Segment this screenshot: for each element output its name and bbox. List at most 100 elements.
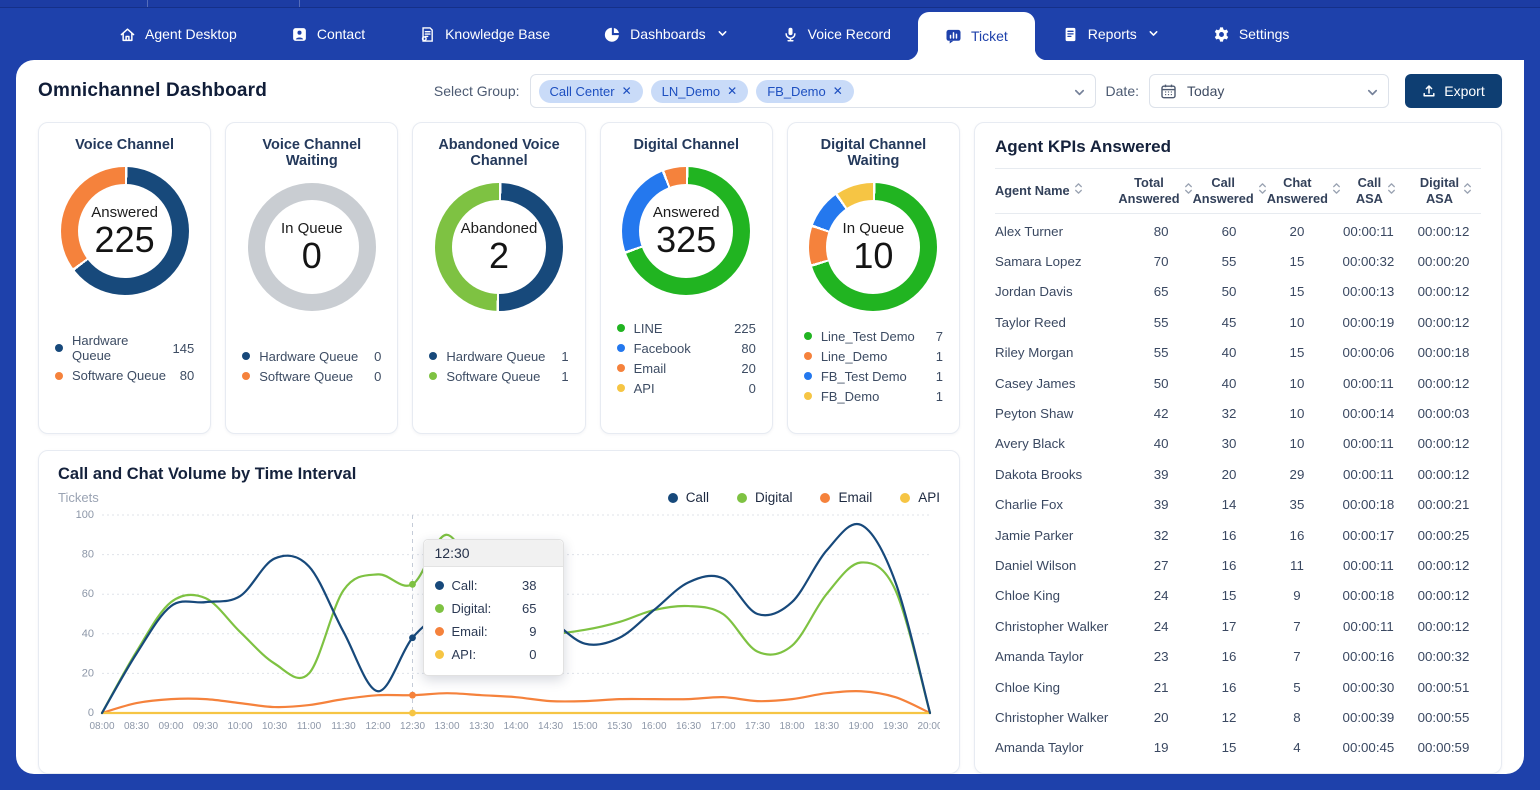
document-book-icon [419, 26, 436, 43]
legend-item: LINE225 [617, 321, 756, 336]
table-cell: Samara Lopez [995, 254, 1127, 269]
group-tag[interactable]: Call Center ✕ [539, 80, 643, 103]
chevron-down-icon[interactable] [1073, 86, 1086, 99]
sort-icon[interactable] [1184, 182, 1193, 199]
date-select[interactable]: Today [1149, 74, 1389, 108]
table-cell: 39 [1127, 467, 1195, 482]
table-cell: 70 [1127, 254, 1195, 269]
tooltip-series-value: 9 [529, 624, 536, 639]
legend-label: FB_Demo [821, 389, 880, 404]
column-label: Call ASA [1356, 175, 1383, 207]
group-select[interactable]: Call Center✕LN_Demo✕FB_Demo✕ [530, 74, 1096, 108]
legend-item: Software Queue0 [242, 369, 381, 384]
table-header-col-2[interactable]: Total Answered [1118, 175, 1192, 207]
remove-tag-icon[interactable]: ✕ [833, 85, 843, 97]
table-cell: 16 [1263, 528, 1331, 543]
chart-legend-label: Email [838, 490, 872, 505]
table-cell: 24 [1127, 619, 1195, 634]
table-header-col-6[interactable]: Digital ASA [1411, 175, 1481, 207]
table-cell: 00:00:12 [1406, 224, 1481, 239]
pie-chart-icon [604, 26, 621, 43]
nav-item-agent-desktop[interactable]: Agent Desktop [92, 8, 264, 60]
remove-tag-icon[interactable]: ✕ [622, 85, 632, 97]
legend-label: API [634, 381, 655, 396]
group-tag[interactable]: LN_Demo✕ [651, 80, 749, 103]
chart-legend-item-digital[interactable]: Digital [737, 490, 793, 505]
legend-label: LINE [634, 321, 663, 336]
table-cell: 60 [1195, 224, 1263, 239]
table-cell: 00:00:12 [1406, 588, 1481, 603]
nav-item-label: Settings [1239, 26, 1290, 42]
chart-legend-item-call[interactable]: Call [668, 490, 709, 505]
date-label: Date: [1106, 83, 1139, 99]
nav-item-voice-record[interactable]: Voice Record [755, 8, 918, 60]
table-cell: 27 [1127, 558, 1195, 573]
column-label: Call Answered [1193, 175, 1254, 207]
table-cell: 00:00:11 [1331, 436, 1406, 451]
ticket-chat-icon [945, 28, 962, 45]
table-row: Peyton Shaw42321000:00:1400:00:03 [995, 406, 1481, 421]
contact-card-icon [291, 26, 308, 43]
table-cell: 00:00:16 [1331, 649, 1406, 664]
sort-icon[interactable] [1258, 182, 1267, 199]
legend-item: Email20 [617, 361, 756, 376]
table-cell: 00:00:21 [1406, 497, 1481, 512]
legend-item: Software Queue80 [55, 368, 194, 383]
nav-item-contact[interactable]: Contact [264, 8, 392, 60]
legend-label: FB_Test Demo [821, 369, 907, 384]
table-cell: 39 [1127, 497, 1195, 512]
nav-item-ticket[interactable]: Ticket [918, 12, 1035, 60]
group-tag[interactable]: FB_Demo✕ [756, 80, 854, 103]
table-cell: 00:00:12 [1406, 436, 1481, 451]
table-row: Riley Morgan55401500:00:0600:00:18 [995, 345, 1481, 360]
legend-item: Software Queue1 [429, 369, 568, 384]
legend-dot-icon [617, 324, 625, 332]
sort-icon[interactable] [1463, 182, 1472, 199]
nav-item-settings[interactable]: Settings [1186, 8, 1317, 60]
table-row: Samara Lopez70551500:00:3200:00:20 [995, 254, 1481, 269]
table-header-col-3[interactable]: Call Answered [1193, 175, 1267, 207]
nav-item-reports[interactable]: Reports [1035, 8, 1186, 60]
legend-value: 145 [173, 341, 195, 356]
chart-legend-item-api[interactable]: API [900, 490, 940, 505]
column-label: Agent Name [995, 183, 1070, 199]
group-tag-label: Call Center [550, 84, 615, 99]
legend-dot-icon [804, 372, 812, 380]
nav-item-dashboards[interactable]: Dashboards [577, 8, 755, 60]
table-header-col-4[interactable]: Chat Answered [1267, 175, 1341, 207]
donut-chart: In Queue0 [248, 183, 376, 311]
table-cell: Christopher Walker [995, 710, 1127, 725]
donut-center-value: 0 [302, 237, 322, 275]
table-cell: 15 [1263, 284, 1331, 299]
donut-center-value: 2 [489, 237, 509, 275]
chevron-down-icon[interactable] [1366, 86, 1379, 99]
chart-legend-item-email[interactable]: Email [820, 490, 872, 505]
table-cell: 45 [1195, 315, 1263, 330]
nav-item-knowledge-base[interactable]: Knowledge Base [392, 8, 577, 60]
donut-center-value: 225 [95, 221, 155, 259]
table-cell: 50 [1127, 376, 1195, 391]
table-cell: Daniel Wilson [995, 558, 1127, 573]
table-cell: 24 [1127, 588, 1195, 603]
table-row: Casey James50401000:00:1100:00:12 [995, 376, 1481, 391]
legend-dot-icon [435, 650, 444, 659]
export-button[interactable]: Export [1405, 74, 1502, 108]
table-cell: 55 [1195, 254, 1263, 269]
legend-value: 0 [374, 349, 381, 364]
table-cell: 00:00:12 [1406, 284, 1481, 299]
group-tags: Call Center✕LN_Demo✕FB_Demo✕ [539, 80, 854, 103]
table-cell: Taylor Reed [995, 315, 1127, 330]
remove-tag-icon[interactable]: ✕ [727, 85, 737, 97]
chart-title: Call and Chat Volume by Time Interval [58, 465, 940, 484]
table-header-col-1[interactable]: Agent Name [995, 175, 1118, 207]
sort-icon[interactable] [1387, 182, 1396, 199]
sort-icon[interactable] [1074, 182, 1083, 199]
sort-icon[interactable] [1332, 182, 1341, 199]
donut-center: Answered325 [622, 167, 750, 295]
select-group-label: Select Group: [434, 83, 520, 99]
legend-dot-icon [55, 372, 63, 380]
table-cell: 00:00:32 [1331, 254, 1406, 269]
table-cell: 00:00:12 [1406, 315, 1481, 330]
table-header-col-5[interactable]: Call ASA [1341, 175, 1411, 207]
table-title: Agent KPIs Answered [995, 137, 1481, 157]
